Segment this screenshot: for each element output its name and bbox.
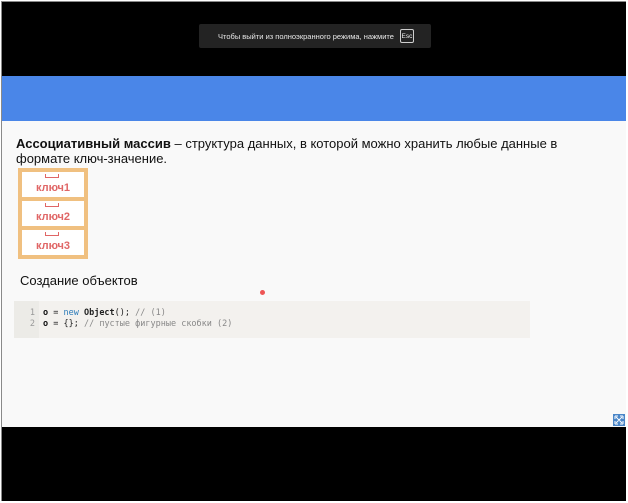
line-number: 2 [29,319,35,329]
drawer-label: ключ2 [35,211,71,223]
line-number: 1 [29,308,35,318]
bottom-letterbox [2,427,626,501]
code-punct: {}; [63,319,84,329]
code-op: = [48,319,64,329]
expand-icon[interactable] [613,414,625,426]
code-block: 1 2 o = new Object(); // (1) o = {}; // … [14,301,530,338]
laser-pointer-dot [260,290,265,295]
code-comment: // (1) [135,308,166,318]
fullscreen-notice-text: Чтобы выйти из полноэкранного режима, на… [218,31,394,41]
fullscreen-notice: Чтобы выйти из полноэкранного режима, на… [199,24,431,48]
subheading: Создание объектов [20,273,138,288]
slide: Ассоциативный массив – структура данных,… [2,76,626,427]
line-number-gutter: 1 2 [14,301,39,338]
code-punct: (); [114,308,136,318]
drawer-1: ключ1 [22,172,84,197]
drawer-3: ключ3 [22,230,84,255]
drawer-handle-icon [45,174,59,178]
code-line-1: o = new Object(); // (1) [43,308,232,319]
filing-cabinet-illustration: ключ1 ключ2 ключ3 [18,168,88,259]
code-op: = [48,308,64,318]
definition-term: Ассоциативный массив [16,136,171,151]
definition-text: Ассоциативный массив – структура данных,… [16,136,606,166]
drawer-handle-icon [45,203,59,207]
code-comment: // пустые фигурные скобки (2) [83,319,233,329]
code-lines: o = new Object(); // (1) o = {}; // пуст… [39,301,232,338]
drawer-label: ключ3 [35,240,71,252]
slide-header-bar [2,76,626,121]
drawer-2: ключ2 [22,201,84,226]
esc-key-badge[interactable]: Esc [399,29,414,43]
code-line-2: o = {}; // пустые фигурные скобки (2) [43,319,232,330]
code-class: Object [78,308,115,318]
code-keyword: new [63,308,79,318]
drawer-handle-icon [45,232,59,236]
drawer-label: ключ1 [35,182,71,194]
